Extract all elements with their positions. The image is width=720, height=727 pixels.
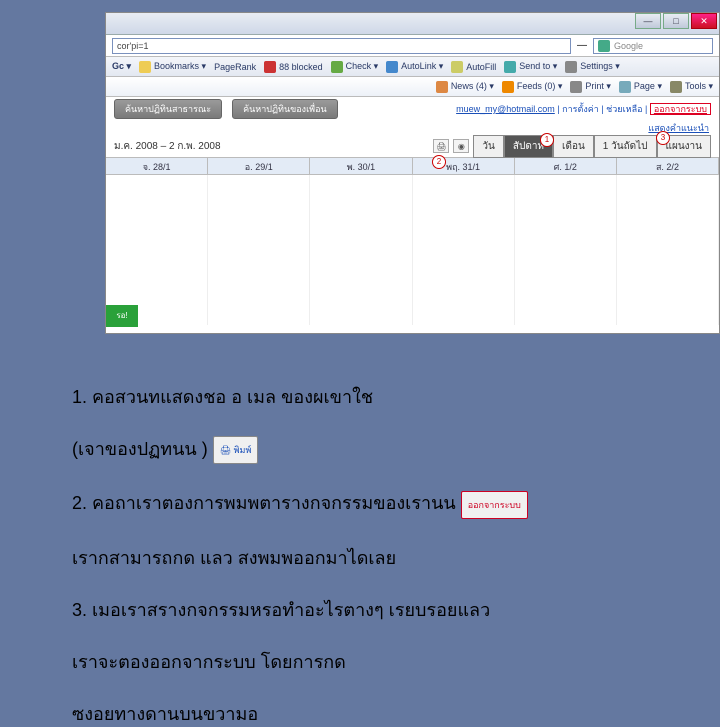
day-header: อ. 29/1: [208, 158, 310, 174]
day-header: จ. 28/1: [106, 158, 208, 174]
explanation-text: 1. คอสวนทแสดงชอ อ เมล ของผเขาใช (เจาของป…: [72, 358, 672, 727]
autofill-icon: [451, 61, 463, 73]
annotation-2-circle: 2: [432, 155, 446, 169]
print-calendar-button[interactable]: 🖨: [433, 139, 449, 153]
browser-subtoolbar: News (4) ▾ Feeds (0) ▾ Print ▾ Page ▾ To…: [106, 77, 719, 97]
gear-icon: [565, 61, 577, 73]
calendar-header: ค้นหาปฏิทินสาธารณะ ค้นหาปฏิทินของเพื่อน …: [106, 97, 719, 121]
help-link[interactable]: ช่วยเหลือ: [606, 104, 642, 114]
url-collapse: —: [577, 40, 587, 51]
search-friend-button[interactable]: ค้นหาปฏิทินของเพื่อน: [232, 99, 338, 119]
inline-logout-button: ออกจากระบบ: [461, 491, 528, 519]
settings-link[interactable]: การตั้งค่า: [562, 104, 599, 114]
exp-line2: (เจาของปฏทนน ): [72, 439, 213, 459]
pagerank-button[interactable]: PageRank: [214, 62, 256, 72]
user-email: muew_my@hotmail.com: [456, 104, 555, 114]
exp-line7: ซงอยทางดานบนขวามอ: [72, 704, 258, 724]
today-button[interactable]: ◉: [453, 139, 469, 153]
settings-menu[interactable]: Settings ▾: [565, 61, 620, 73]
sidebar-tag: รอ!: [106, 305, 138, 327]
view-month[interactable]: เดือน: [553, 135, 594, 158]
annotation-3-circle: 3: [656, 131, 670, 145]
search-input[interactable]: Google: [593, 38, 713, 54]
day-header: พ. 30/1: [310, 158, 412, 174]
star-icon: [139, 61, 151, 73]
header-right-links: muew_my@hotmail.com | การตั้งค่า | ช่วยเ…: [456, 102, 711, 116]
page-icon: [619, 81, 631, 93]
search-placeholder: Google: [614, 41, 643, 51]
url-text: cor'pi=1: [117, 41, 149, 51]
close-button[interactable]: ✕: [691, 13, 717, 29]
autolink-menu[interactable]: AutoLink ▾: [386, 61, 443, 73]
url-toolbar: cor'pi=1 — Google: [106, 35, 719, 57]
calendar-screenshot: — □ ✕ cor'pi=1 — Google Gc ▾ Bookmarks ▾…: [105, 12, 720, 334]
bookmarks-menu[interactable]: Bookmarks ▾: [139, 61, 206, 73]
date-range-label: ม.ค. 2008 – 2 ก.พ. 2008: [114, 139, 221, 154]
tools-icon: [670, 81, 682, 93]
google-icon: [598, 40, 610, 52]
day-header: พฤ. 31/1: [413, 158, 515, 174]
exp-line3: 2. คอถาเราตองการพมพตารางกจกรรมของเรานน: [72, 493, 461, 513]
blocked-button[interactable]: 88 blocked: [264, 61, 323, 73]
feed-icon: [502, 81, 514, 93]
annotation-1-circle: 1: [540, 133, 554, 147]
page-menu[interactable]: Page ▾: [619, 81, 662, 93]
view-day[interactable]: วัน: [473, 135, 503, 158]
sendto-menu[interactable]: Send to ▾: [504, 61, 557, 73]
exp-line5: 3. เมอเราสรางกจกรรมหรอทำอะไรตางๆ เรยบรอย…: [72, 600, 490, 620]
home-icon: [436, 81, 448, 93]
print-icon: [570, 81, 582, 93]
window-titlebar: — □ ✕: [106, 13, 719, 35]
url-input[interactable]: cor'pi=1: [112, 38, 571, 54]
day-header: ส. 2/2: [617, 158, 719, 174]
view-ndays[interactable]: 1 วันถัดไป: [594, 135, 657, 158]
block-icon: [264, 61, 276, 73]
search-public-button[interactable]: ค้นหาปฏิทินสาธารณะ: [114, 99, 222, 119]
google-toolbar: Gc ▾ Bookmarks ▾ PageRank 88 blocked Che…: [106, 57, 719, 77]
feeds-menu[interactable]: Feeds (0) ▾: [502, 81, 563, 93]
minimize-button[interactable]: —: [635, 13, 661, 29]
day-header: ศ. 1/2: [515, 158, 617, 174]
autofill-button[interactable]: AutoFill: [451, 61, 496, 73]
inline-print-button: 🖨 พิมพ์: [213, 436, 259, 464]
calendar-app: ค้นหาปฏิทินสาธารณะ ค้นหาปฏิทินของเพื่อน …: [106, 97, 719, 325]
tips-link[interactable]: แสดงคำแนะนำ: [648, 123, 709, 133]
exp-line4: เรากสามารถกด แลว สงพมพออกมาไดเลย: [72, 548, 396, 568]
send-icon: [504, 61, 516, 73]
check-menu[interactable]: Check ▾: [331, 61, 379, 73]
link-icon: [386, 61, 398, 73]
calendar-date-row: ม.ค. 2008 – 2 ก.พ. 2008 🖨 ◉ วัน สัปดาห์ …: [106, 135, 719, 157]
week-day-header: จ. 28/1 อ. 29/1 พ. 30/1 พฤ. 31/1 ศ. 1/2 …: [106, 157, 719, 175]
exp-line6: เราจะตองออกจากระบบ โดยการกด: [72, 652, 346, 672]
exp-line1: 1. คอสวนทแสดงชอ อ เมล ของผเขาใช: [72, 387, 373, 407]
logout-link[interactable]: ออกจากระบบ: [650, 103, 711, 115]
calendar-grid[interactable]: [106, 175, 719, 325]
print-menu[interactable]: Print ▾: [570, 81, 611, 93]
check-icon: [331, 61, 343, 73]
restore-button[interactable]: □: [663, 13, 689, 29]
tools-menu[interactable]: Tools ▾: [670, 81, 713, 93]
news-menu[interactable]: News (4) ▾: [436, 81, 494, 93]
gc-label: Gc ▾: [112, 61, 131, 72]
